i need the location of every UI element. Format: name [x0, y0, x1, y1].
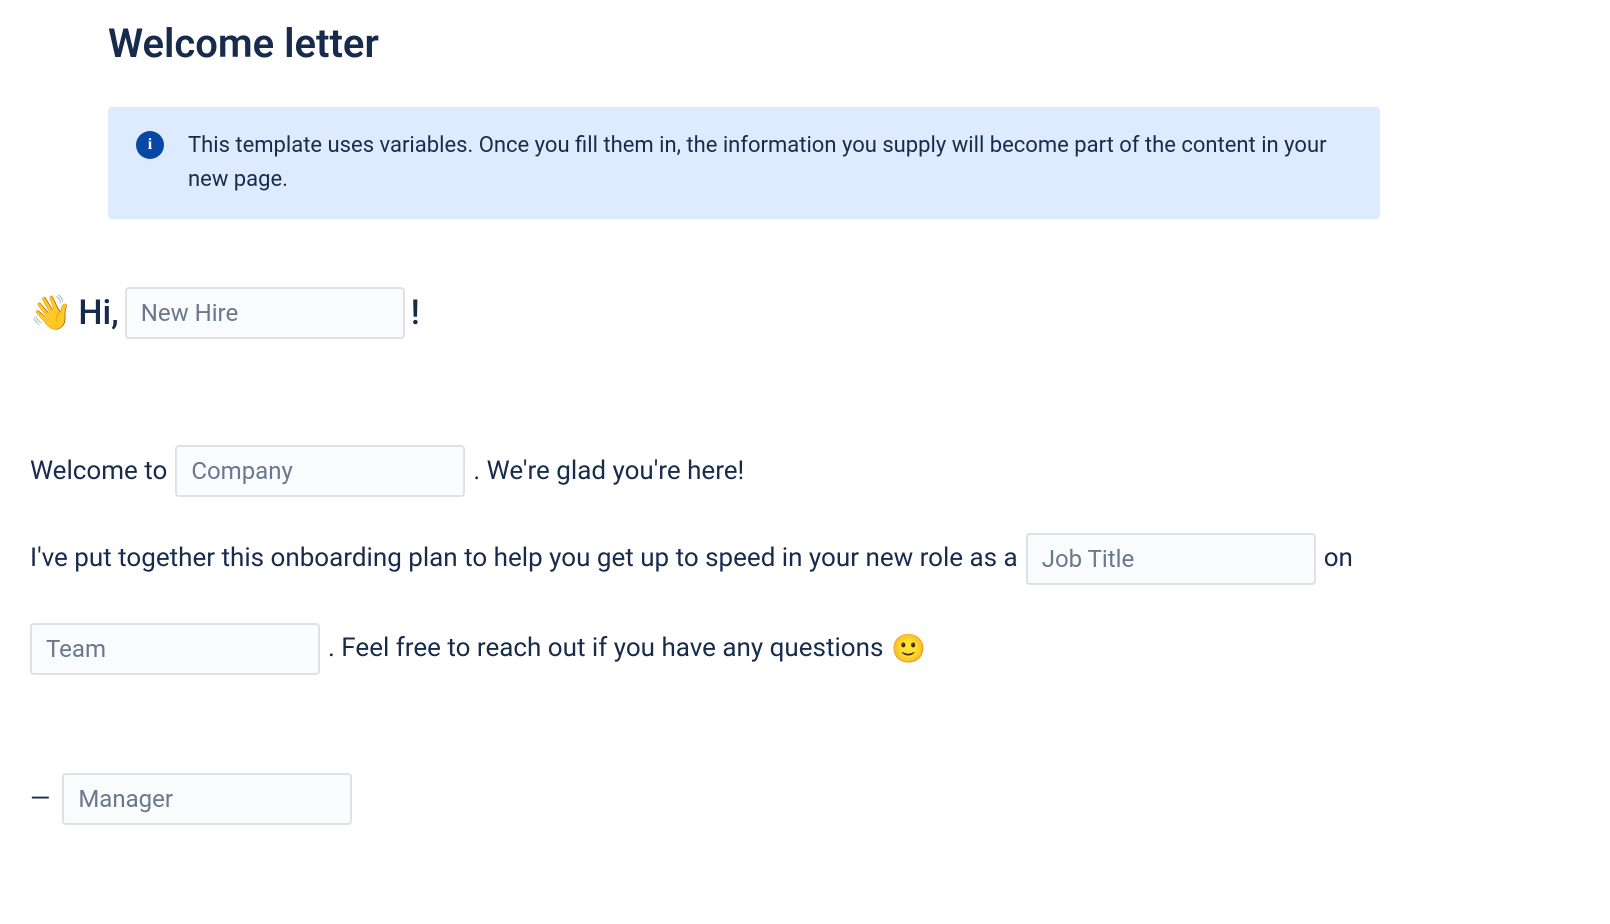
- on-text: on: [1324, 525, 1353, 593]
- smile-emoji-icon: 🙂: [891, 613, 926, 686]
- signature-line: —: [30, 766, 1580, 834]
- welcome-to-text: Welcome to: [30, 438, 167, 506]
- signature-dash: —: [30, 766, 48, 834]
- info-panel-text: This template uses variables. Once you f…: [188, 129, 1352, 197]
- onboarding-paragraph: I've put together this onboarding plan t…: [30, 525, 1580, 685]
- job-title-input[interactable]: [1026, 533, 1316, 585]
- manager-input[interactable]: [62, 773, 352, 825]
- template-content: 👋 Hi, ! Welcome to . We're glad you're h…: [30, 269, 1580, 833]
- company-input[interactable]: [175, 445, 465, 497]
- glad-here-text: . We're glad you're here!: [473, 438, 744, 506]
- wave-emoji-icon: 👋: [30, 269, 72, 357]
- info-icon: i: [136, 131, 164, 159]
- exclaim-text: !: [411, 269, 420, 357]
- welcome-paragraph: Welcome to . We're glad you're here!: [30, 438, 1580, 506]
- hi-text: Hi,: [78, 269, 118, 357]
- reach-out-text: . Feel free to reach out if you have any…: [328, 615, 883, 683]
- info-panel: i This template uses variables. Once you…: [108, 107, 1380, 219]
- team-input[interactable]: [30, 623, 320, 675]
- greeting-line: 👋 Hi, !: [30, 269, 1580, 357]
- onboarding-intro-text: I've put together this onboarding plan t…: [30, 525, 1018, 593]
- page-title: Welcome letter: [108, 20, 1580, 67]
- new-hire-input[interactable]: [125, 287, 405, 339]
